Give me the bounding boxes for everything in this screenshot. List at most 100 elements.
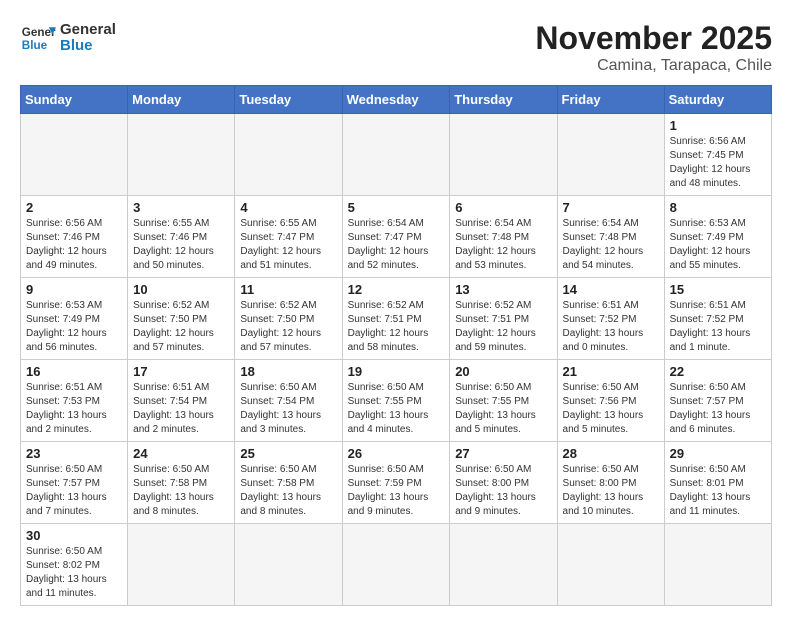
- day-number: 26: [348, 446, 445, 461]
- day-info: Sunrise: 6:53 AM Sunset: 7:49 PM Dayligh…: [26, 299, 122, 355]
- day-info: Sunrise: 6:50 AM Sunset: 7:54 PM Dayligh…: [240, 381, 336, 437]
- calendar-cell: 16 Sunrise: 6:51 AM Sunset: 7:53 PM Dayli…: [21, 360, 128, 442]
- calendar-cell: 24 Sunrise: 6:50 AM Sunset: 7:58 PM Dayli…: [128, 442, 235, 524]
- calendar-cell: 19 Sunrise: 6:50 AM Sunset: 7:55 PM Dayli…: [342, 360, 450, 442]
- logo-icon: General Blue: [20, 20, 56, 56]
- day-info: Sunrise: 6:50 AM Sunset: 7:55 PM Dayligh…: [348, 381, 445, 437]
- day-number: 2: [26, 200, 122, 215]
- day-info: Sunrise: 6:52 AM Sunset: 7:50 PM Dayligh…: [240, 299, 336, 355]
- day-number: 12: [348, 282, 445, 297]
- calendar-cell: 8 Sunrise: 6:53 AM Sunset: 7:49 PM Daylig…: [664, 196, 771, 278]
- calendar-cell: 27 Sunrise: 6:50 AM Sunset: 8:00 PM Dayli…: [450, 442, 557, 524]
- day-info: Sunrise: 6:51 AM Sunset: 7:53 PM Dayligh…: [26, 381, 122, 437]
- day-info: Sunrise: 6:50 AM Sunset: 7:58 PM Dayligh…: [133, 463, 229, 519]
- day-number: 8: [670, 200, 766, 215]
- header-tuesday: Tuesday: [235, 86, 342, 114]
- calendar-cell: [21, 114, 128, 196]
- header-monday: Monday: [128, 86, 235, 114]
- calendar-cell: [664, 524, 771, 606]
- calendar-cell: 17Sunrise: 6:51 AM Sunset: 7:54 PM Dayli…: [128, 360, 235, 442]
- day-info: Sunrise: 6:50 AM Sunset: 7:57 PM Dayligh…: [26, 463, 122, 519]
- day-number: 14: [563, 282, 659, 297]
- day-number: 19: [348, 364, 445, 379]
- calendar-cell: 6 Sunrise: 6:54 AM Sunset: 7:48 PM Daylig…: [450, 196, 557, 278]
- day-info: Sunrise: 6:51 AM Sunset: 7:52 PM Dayligh…: [670, 299, 766, 355]
- day-info: Sunrise: 6:55 AM Sunset: 7:46 PM Dayligh…: [133, 217, 229, 273]
- calendar-cell: 2 Sunrise: 6:56 AM Sunset: 7:46 PM Daylig…: [21, 196, 128, 278]
- day-number: 30: [26, 528, 122, 543]
- day-number: 23: [26, 446, 122, 461]
- day-number: 6: [455, 200, 551, 215]
- day-number: 13: [455, 282, 551, 297]
- day-info: Sunrise: 6:53 AM Sunset: 7:49 PM Dayligh…: [670, 217, 766, 273]
- day-number: 27: [455, 446, 551, 461]
- location: Camina, Tarapaca, Chile: [535, 57, 772, 75]
- day-info: Sunrise: 6:50 AM Sunset: 7:56 PM Dayligh…: [563, 381, 659, 437]
- title-block: November 2025 Camina, Tarapaca, Chile: [535, 20, 772, 75]
- day-number: 10: [133, 282, 229, 297]
- day-number: 17: [133, 364, 229, 379]
- calendar-cell: [342, 524, 450, 606]
- day-number: 24: [133, 446, 229, 461]
- calendar-cell: 3 Sunrise: 6:55 AM Sunset: 7:46 PM Daylig…: [128, 196, 235, 278]
- svg-text:Blue: Blue: [22, 39, 48, 52]
- day-number: 4: [240, 200, 336, 215]
- day-info: Sunrise: 6:52 AM Sunset: 7:51 PM Dayligh…: [348, 299, 445, 355]
- day-info: Sunrise: 6:54 AM Sunset: 7:48 PM Dayligh…: [563, 217, 659, 273]
- day-info: Sunrise: 6:50 AM Sunset: 8:02 PM Dayligh…: [26, 545, 122, 601]
- calendar-cell: 4 Sunrise: 6:55 AM Sunset: 7:47 PM Daylig…: [235, 196, 342, 278]
- calendar-cell: [557, 114, 664, 196]
- calendar-cell: 9 Sunrise: 6:53 AM Sunset: 7:49 PM Daylig…: [21, 278, 128, 360]
- day-number: 20: [455, 364, 551, 379]
- day-info: Sunrise: 6:55 AM Sunset: 7:47 PM Dayligh…: [240, 217, 336, 273]
- day-number: 7: [563, 200, 659, 215]
- calendar-cell: [450, 524, 557, 606]
- day-info: Sunrise: 6:50 AM Sunset: 7:55 PM Dayligh…: [455, 381, 551, 437]
- day-info: Sunrise: 6:56 AM Sunset: 7:46 PM Dayligh…: [26, 217, 122, 273]
- day-info: Sunrise: 6:54 AM Sunset: 7:48 PM Dayligh…: [455, 217, 551, 273]
- calendar-week-row: 9 Sunrise: 6:53 AM Sunset: 7:49 PM Daylig…: [21, 278, 772, 360]
- day-number: 25: [240, 446, 336, 461]
- day-info: Sunrise: 6:50 AM Sunset: 8:00 PM Dayligh…: [563, 463, 659, 519]
- calendar-week-row: 1 Sunrise: 6:56 AM Sunset: 7:45 PM Daylig…: [21, 114, 772, 196]
- day-number: 15: [670, 282, 766, 297]
- calendar-cell: 15 Sunrise: 6:51 AM Sunset: 7:52 PM Dayli…: [664, 278, 771, 360]
- calendar-cell: 23 Sunrise: 6:50 AM Sunset: 7:57 PM Dayli…: [21, 442, 128, 524]
- header-friday: Friday: [557, 86, 664, 114]
- calendar-cell: [235, 524, 342, 606]
- header-wednesday: Wednesday: [342, 86, 450, 114]
- day-number: 3: [133, 200, 229, 215]
- logo-general: General: [60, 21, 116, 38]
- day-info: Sunrise: 6:54 AM Sunset: 7:47 PM Dayligh…: [348, 217, 445, 273]
- day-info: Sunrise: 6:50 AM Sunset: 8:00 PM Dayligh…: [455, 463, 551, 519]
- logo: General Blue General Blue: [20, 20, 116, 56]
- day-number: 22: [670, 364, 766, 379]
- day-info: Sunrise: 6:52 AM Sunset: 7:51 PM Dayligh…: [455, 299, 551, 355]
- day-number: 1: [670, 118, 766, 133]
- day-number: 5: [348, 200, 445, 215]
- header-saturday: Saturday: [664, 86, 771, 114]
- month-year: November 2025: [535, 20, 772, 57]
- day-number: 11: [240, 282, 336, 297]
- day-number: 9: [26, 282, 122, 297]
- day-number: 18: [240, 364, 336, 379]
- day-info: Sunrise: 6:50 AM Sunset: 8:01 PM Dayligh…: [670, 463, 766, 519]
- day-info: Sunrise: 6:56 AM Sunset: 7:45 PM Dayligh…: [670, 135, 766, 191]
- day-number: 16: [26, 364, 122, 379]
- calendar-cell: [128, 114, 235, 196]
- day-info: Sunrise: 6:51 AM Sunset: 7:52 PM Dayligh…: [563, 299, 659, 355]
- day-info: Sunrise: 6:52 AM Sunset: 7:50 PM Dayligh…: [133, 299, 229, 355]
- calendar-week-row: 30 Sunrise: 6:50 AM Sunset: 8:02 PM Dayli…: [21, 524, 772, 606]
- calendar-cell: 26 Sunrise: 6:50 AM Sunset: 7:59 PM Dayli…: [342, 442, 450, 524]
- day-info: Sunrise: 6:50 AM Sunset: 7:59 PM Dayligh…: [348, 463, 445, 519]
- day-number: 21: [563, 364, 659, 379]
- calendar-cell: 30 Sunrise: 6:50 AM Sunset: 8:02 PM Dayli…: [21, 524, 128, 606]
- calendar-cell: 28Sunrise: 6:50 AM Sunset: 8:00 PM Dayli…: [557, 442, 664, 524]
- calendar-cell: 29Sunrise: 6:50 AM Sunset: 8:01 PM Dayli…: [664, 442, 771, 524]
- calendar-cell: [557, 524, 664, 606]
- calendar-cell: 11 Sunrise: 6:52 AM Sunset: 7:50 PM Dayli…: [235, 278, 342, 360]
- calendar-header-row: Sunday Monday Tuesday Wednesday Thursday…: [21, 86, 772, 114]
- calendar-week-row: 16 Sunrise: 6:51 AM Sunset: 7:53 PM Dayli…: [21, 360, 772, 442]
- calendar-cell: [235, 114, 342, 196]
- logo-blue: Blue: [60, 38, 116, 55]
